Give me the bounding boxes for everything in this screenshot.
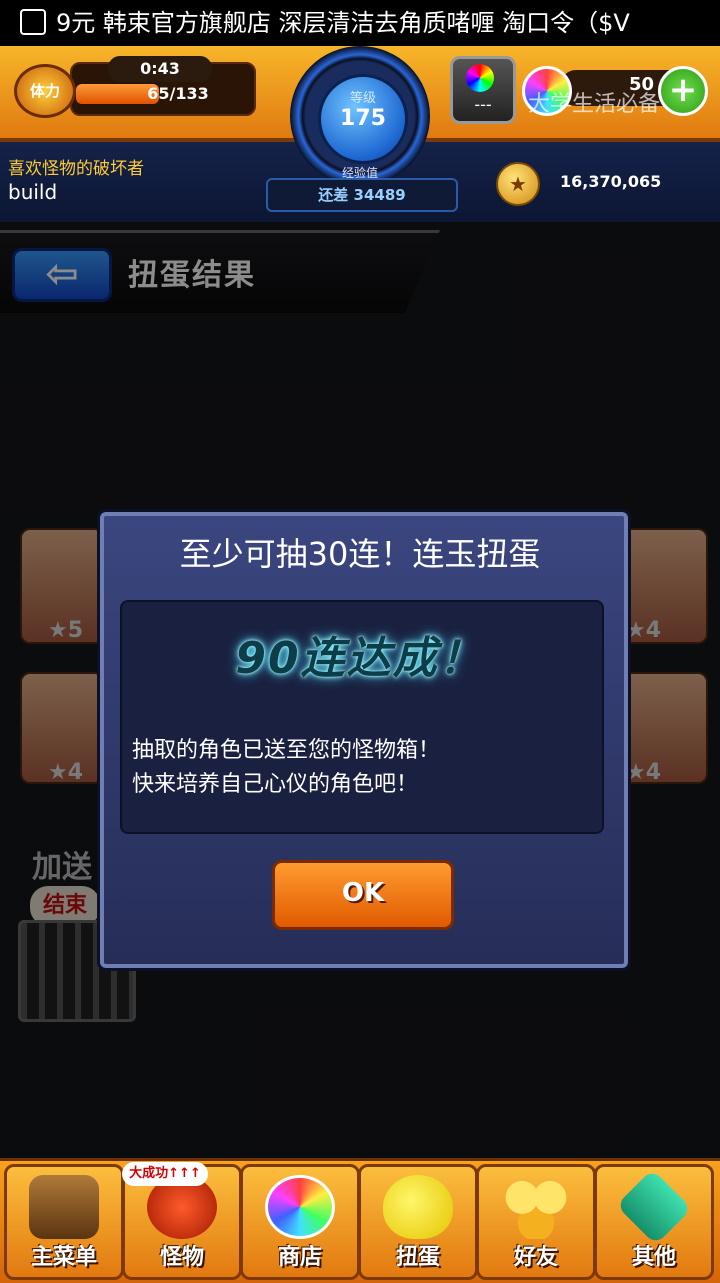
achievement-text: 90连达成！: [235, 633, 485, 684]
watermark-text: 大学生活必备: [528, 92, 661, 117]
rainbow-orb-icon: [265, 1175, 335, 1239]
nav-label: 商店: [277, 1245, 322, 1270]
stamina-timer: 0:43: [108, 56, 212, 82]
system-status-bar: 9元 韩束官方旗舰店 深层清洁去角质啫喱 淘口令（$V: [0, 0, 720, 46]
nav-label: 扭蛋: [395, 1245, 440, 1270]
nav-shop[interactable]: 商店: [240, 1164, 360, 1280]
status-bar-text: 9元 韩束官方旗舰店 深层清洁去角质啫喱 淘口令（$V: [56, 9, 630, 37]
nav-label: 怪物: [159, 1245, 204, 1270]
egg-character-icon: [383, 1175, 453, 1239]
house-icon: [29, 1175, 99, 1239]
nav-label: 其他: [631, 1245, 676, 1270]
nav-label: 主菜单: [30, 1245, 97, 1270]
ok-button[interactable]: OK: [272, 860, 454, 930]
nav-main-menu[interactable]: 主菜单: [4, 1164, 124, 1280]
help-icon: [616, 1169, 692, 1245]
stamina-value: 65/133: [147, 84, 209, 103]
player-name: build: [8, 180, 58, 204]
level-label: 等级: [349, 91, 376, 106]
exp-remaining: 还差 34489: [266, 178, 458, 212]
stamina-icon: 体力: [14, 64, 76, 118]
player-title: 喜欢怪物的破坏者: [8, 159, 144, 179]
level-badge[interactable]: 等级 175: [318, 74, 408, 164]
dialog-message-line2: 快来培养自己心仪的角色吧！: [132, 772, 419, 797]
rainbow-orb-icon: [466, 64, 494, 92]
notification-icon: [20, 9, 46, 35]
nav-gacha[interactable]: 扭蛋: [358, 1164, 478, 1280]
friends-icon: [501, 1175, 571, 1239]
nav-friends[interactable]: 好友: [476, 1164, 596, 1280]
nav-other[interactable]: 其他: [594, 1164, 714, 1280]
nav-label: 好友: [513, 1245, 558, 1270]
level-value: 175: [340, 106, 386, 131]
success-badge: 大成功↑↑↑: [122, 1162, 208, 1186]
dialog-title: 至少可抽30连！连玉扭蛋: [179, 535, 541, 573]
dialog-message-line1: 抽取的角色已送至您的怪物箱！: [132, 738, 441, 763]
coin-count: 16,370,065: [560, 172, 662, 191]
coin-icon: ★: [496, 162, 540, 206]
